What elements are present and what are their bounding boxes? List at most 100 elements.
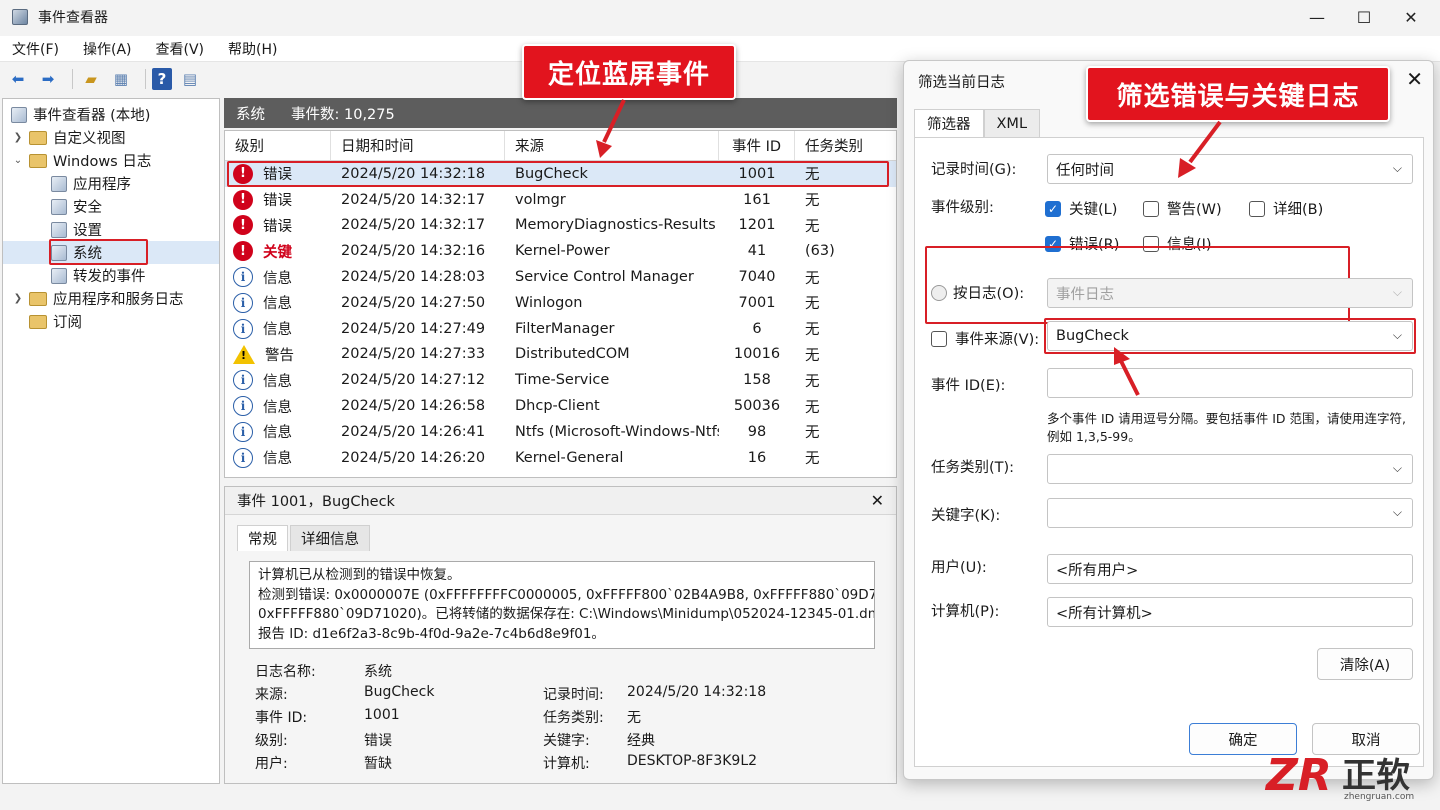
log-name: 系统 — [236, 106, 265, 123]
log-header: 系统 事件数: 10,275 — [224, 98, 897, 128]
info-icon: i — [233, 292, 253, 313]
column-headers: 级别 日期和时间 来源 事件 ID 任务类别 — [225, 131, 896, 161]
chevron-right-icon[interactable]: ❯ — [11, 132, 25, 143]
cell-source: Time-Service — [515, 372, 610, 389]
cell-datetime: 2024/5/20 14:27:33 — [341, 346, 486, 363]
chevron-down-icon: ⌵ — [1392, 285, 1402, 299]
table-row[interactable]: i 信息 2024/5/20 14:26:20 Kernel-General 16 无 — [225, 445, 896, 471]
tree-item-application[interactable]: 应用程序 — [3, 172, 219, 195]
level-text: 信息 — [263, 373, 292, 390]
tree-item-custom-views[interactable]: ❯ 自定义视图 — [3, 126, 219, 149]
tree-item-security[interactable]: 安全 — [3, 195, 219, 218]
table-row[interactable]: i 信息 2024/5/20 14:27:49 FilterManager 6 无 — [225, 316, 896, 342]
tab-details[interactable]: 详细信息 — [290, 525, 370, 551]
warning-checkbox[interactable]: 警告(W) — [1143, 198, 1222, 219]
tab-general[interactable]: 常规 — [237, 525, 288, 551]
event-count: 事件数: 10,275 — [291, 106, 395, 123]
keywords-label: 关键字(K): — [931, 508, 1001, 524]
menu-view[interactable]: 查看(V) — [144, 39, 217, 59]
user-input[interactable]: <所有用户> — [1047, 554, 1413, 584]
task-category-label: 任务类别(T): — [931, 460, 1015, 476]
tree-item-setup[interactable]: 设置 — [3, 218, 219, 241]
verbose-checkbox[interactable]: 详细(B) — [1249, 198, 1323, 219]
cell-task-category: 无 — [805, 347, 820, 364]
back-arrow-icon[interactable]: ⬅ — [6, 67, 30, 91]
column-header-task-category[interactable]: 任务类别 — [795, 131, 895, 160]
table-row[interactable]: ! 警告 2024/5/20 14:27:33 DistributedCOM 10016… — [225, 342, 896, 368]
by-log-select[interactable]: 事件日志 ⌵ — [1047, 278, 1413, 308]
cell-source: Winlogon — [515, 294, 583, 311]
cell-event-id: 41 — [747, 243, 767, 260]
table-row[interactable]: ! 错误 2024/5/20 14:32:18 BugCheck 1001 无 — [225, 161, 896, 187]
tree-item-system[interactable]: 系统 — [3, 239, 219, 265]
column-header-level[interactable]: 级别 — [225, 131, 331, 160]
task-category-value: 无 — [627, 710, 641, 726]
subscription-icon — [29, 314, 47, 329]
level-text: 错误 — [263, 218, 292, 235]
critical-checkbox[interactable]: ✓ 关键(L) — [1045, 198, 1117, 219]
folder-icon — [29, 291, 47, 306]
tab-xml[interactable]: XML — [983, 109, 1041, 137]
forward-arrow-icon[interactable]: ➡ — [36, 67, 60, 91]
menu-help[interactable]: 帮助(H) — [216, 39, 289, 59]
menu-file[interactable]: 文件(F) — [0, 39, 71, 59]
message-line: 检测到错误: 0x0000007E (0xFFFFFFFFC0000005, 0… — [258, 586, 875, 603]
close-icon[interactable]: ✕ — [871, 491, 884, 510]
folder-icon — [29, 130, 47, 145]
table-row[interactable]: i 信息 2024/5/20 14:27:12 Time-Service 158 无 — [225, 367, 896, 393]
task-category-select[interactable]: ⌵ — [1047, 454, 1413, 484]
properties-icon[interactable]: ▤ — [178, 67, 202, 91]
table-row[interactable]: i 信息 2024/5/20 14:26:41 Ntfs (Microsoft-Win… — [225, 419, 896, 445]
chevron-right-icon[interactable]: ❯ — [11, 293, 25, 304]
cell-event-id: 1201 — [738, 217, 776, 234]
level-text: 信息 — [263, 451, 292, 468]
cell-event-id: 16 — [747, 449, 767, 466]
show-hide-tree-icon[interactable]: ▦ — [109, 67, 133, 91]
cell-source: Dhcp-Client — [515, 398, 600, 415]
checkbox-label: 警告(W) — [1167, 202, 1222, 218]
help-icon[interactable]: ? — [152, 68, 172, 90]
level-text: 信息 — [263, 399, 292, 416]
minimize-button[interactable]: — — [1294, 0, 1340, 34]
level-text: 警告 — [265, 347, 294, 364]
cell-task-category: 无 — [805, 270, 820, 287]
logo-name: 正软 — [1342, 756, 1410, 796]
table-row[interactable]: i 信息 2024/5/20 14:27:50 Winlogon 7001 无 — [225, 290, 896, 316]
tree-item-subscriptions[interactable]: 订阅 — [3, 310, 219, 333]
cell-datetime: 2024/5/20 14:26:20 — [341, 449, 486, 466]
table-row[interactable]: ! 错误 2024/5/20 14:32:17 volmgr 161 无 — [225, 187, 896, 213]
maximize-button[interactable]: ☐ — [1341, 0, 1387, 34]
by-log-radio[interactable] — [931, 285, 947, 301]
close-button[interactable]: ✕ — [1388, 0, 1434, 34]
cell-task-category: 无 — [805, 399, 820, 416]
level-text: 信息 — [263, 425, 292, 442]
tree-item-root[interactable]: 事件查看器 (本地) — [3, 103, 219, 126]
cell-source: Kernel-General — [515, 449, 624, 466]
table-row[interactable]: ! 错误 2024/5/20 14:32:17 MemoryDiagnostics-R… — [225, 213, 896, 239]
chevron-down-icon[interactable]: ⌄ — [11, 155, 25, 166]
by-source-checkbox[interactable]: 事件来源(V): — [931, 328, 1039, 349]
column-header-event-id[interactable]: 事件 ID — [719, 131, 795, 160]
event-viewer-icon — [11, 106, 27, 123]
tree-item-app-services-logs[interactable]: ❯ 应用程序和服务日志 — [3, 287, 219, 310]
table-row[interactable]: ! 关键 2024/5/20 14:32:16 Kernel-Power 41 (63) — [225, 238, 896, 264]
logged-select[interactable]: 任何时间 ⌵ — [1047, 154, 1413, 184]
table-row[interactable]: i 信息 2024/5/20 14:26:58 Dhcp-Client 50036 无 — [225, 393, 896, 419]
dialog-close-icon[interactable]: ✕ — [1406, 67, 1423, 91]
tree-item-windows-logs[interactable]: ⌄ Windows 日志 — [3, 149, 219, 172]
column-header-datetime[interactable]: 日期和时间 — [331, 131, 505, 160]
menu-action[interactable]: 操作(A) — [71, 39, 144, 59]
clear-button[interactable]: 清除(A) — [1317, 648, 1413, 680]
dialog-tabs: 筛选器 XML — [914, 109, 1041, 137]
tab-filter[interactable]: 筛选器 — [914, 109, 984, 137]
event-message: 计算机已从检测到的错误中恢复。 检测到错误: 0x0000007E (0xFFF… — [249, 561, 875, 649]
cell-event-id: 7001 — [738, 294, 776, 311]
keywords-select[interactable]: ⌵ — [1047, 498, 1413, 528]
tree-label: 应用程序和服务日志 — [53, 292, 184, 308]
event-id-input[interactable] — [1047, 368, 1413, 398]
computer-input[interactable]: <所有计算机> — [1047, 597, 1413, 627]
log-name-value: 系统 — [364, 664, 392, 680]
table-row[interactable]: i 信息 2024/5/20 14:28:03 Service Control Man… — [225, 264, 896, 290]
up-folder-icon[interactable]: ▰ — [79, 67, 103, 91]
tree-item-forwarded-events[interactable]: 转发的事件 — [3, 264, 219, 287]
